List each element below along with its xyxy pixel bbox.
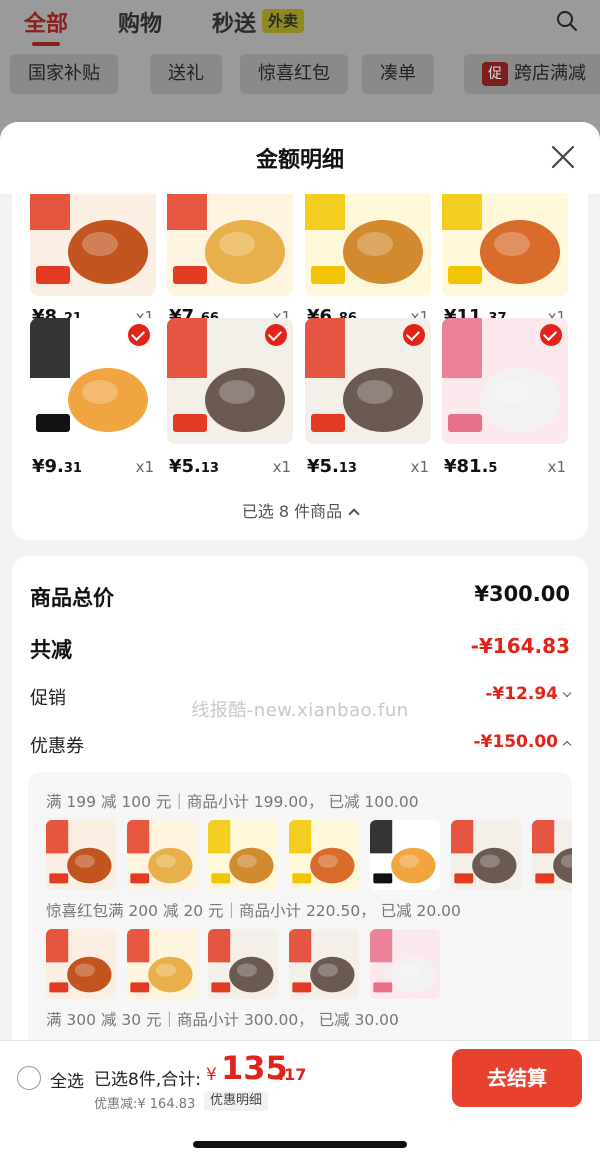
coupon-product-thumb: [127, 820, 197, 890]
coupon-product-thumb: [532, 820, 572, 890]
product-price-int: ¥81.: [444, 456, 489, 477]
chip-add-on[interactable]: 凑单: [362, 54, 434, 94]
coupon-product-thumb: [46, 820, 116, 890]
checked-icon[interactable]: [540, 324, 562, 346]
coupon-product-thumb: [127, 929, 197, 999]
product-price: ¥9.31: [32, 456, 82, 477]
chevron-up-icon: [562, 740, 572, 750]
amount-detail-sheet: 金额明细 ¥8.21x1¥7.66x1¥6.86x1¥11.37x1¥9.31x…: [0, 122, 600, 1160]
product-price-dec: 31: [63, 461, 82, 476]
tab-shopping[interactable]: 购物: [118, 6, 162, 38]
product-quantity: x1: [135, 458, 154, 476]
coupon-line-1: 满 199 减 100 元｜商品小计 199.00， 已减 100.00: [46, 793, 419, 811]
product-price: ¥5.13: [307, 456, 357, 477]
product-image: [30, 318, 156, 444]
product-price-dec: 13: [200, 461, 219, 476]
checkout-bar: 全选 已选8件,合计: ¥ 135 .17 优惠减:¥ 164.83 优惠明细 …: [0, 1040, 600, 1160]
products-card: ¥8.21x1¥7.66x1¥6.86x1¥11.37x1¥9.31x1¥5.1…: [12, 194, 588, 540]
product-price-int: ¥5.: [307, 456, 339, 477]
checked-icon[interactable]: [403, 324, 425, 346]
total-price-row: 商品总价 ¥300.00: [30, 582, 570, 612]
filter-chips: 国家补贴 送礼 惊喜红包 凑单 促跨店满减: [10, 54, 600, 94]
product-image: [305, 318, 431, 444]
coupon-product-thumb: [370, 820, 440, 890]
coupon-product-thumb: [289, 929, 359, 999]
chip-cross-store-label: 跨店满减: [514, 63, 586, 84]
coupon-value: -¥150.00: [473, 732, 559, 752]
total-reduce-row: 共减 -¥164.83: [30, 634, 570, 664]
checkout-button[interactable]: 去结算: [452, 1049, 582, 1107]
coupon-row[interactable]: 优惠券 -¥150.00: [30, 732, 572, 762]
checked-icon[interactable]: [128, 324, 150, 346]
discount-summary: 优惠减:¥ 164.83: [94, 1097, 196, 1112]
close-icon[interactable]: [550, 144, 576, 170]
product-image: [442, 318, 568, 444]
product-image: [305, 194, 431, 296]
selected-count-toggle[interactable]: 已选 8 件商品: [12, 498, 588, 522]
product-price-dec: 13: [338, 461, 357, 476]
sheet-header: 金额明细: [0, 122, 600, 194]
product-quantity: x1: [547, 458, 566, 476]
chip-national-subsidy[interactable]: 国家补贴: [10, 54, 118, 94]
top-tabs: 全部 购物 秒送 外卖: [0, 0, 600, 46]
product-price: ¥5.13: [169, 456, 219, 477]
discount-detail-link[interactable]: 优惠明细: [204, 1091, 269, 1111]
product-quantity: x1: [272, 458, 291, 476]
tab-all[interactable]: 全部: [24, 6, 68, 46]
coupon-product-thumb: [208, 820, 278, 890]
watermark: 线报酷-new.xianbao.fun: [191, 700, 409, 721]
total-price-value: ¥300.00: [474, 582, 570, 606]
coupon-label: 优惠券: [30, 736, 84, 757]
sheet-title: 金额明细: [255, 148, 344, 173]
takeout-badge: 外卖: [262, 9, 305, 33]
total-reduce-value: -¥164.83: [470, 634, 570, 658]
coupon-product-thumb: [451, 820, 521, 890]
select-all-label[interactable]: 全选: [50, 1067, 84, 1092]
coupon-detail-box: 满 199 减 100 元｜商品小计 199.00， 已减 100.00 惊喜红…: [28, 772, 572, 1076]
tab-instant[interactable]: 秒送: [212, 6, 256, 38]
coupon-product-thumb: [289, 820, 359, 890]
coupon-line-2: 惊喜红包满 200 减 20 元｜商品小计 220.50， 已减 20.00: [46, 902, 461, 920]
product-price-int: ¥5.: [169, 456, 201, 477]
product-quantity: x1: [410, 458, 429, 476]
chevron-up-icon: [348, 508, 360, 520]
product-image: [30, 194, 156, 296]
chip-gift[interactable]: 送礼: [150, 54, 222, 94]
coupon-product-thumb: [370, 929, 440, 999]
price-summary-card: 商品总价 ¥300.00 共减 -¥164.83 促销 -¥12.94 线报酷-…: [12, 556, 588, 1076]
total-reduce-label: 共减: [30, 638, 72, 662]
total-price-label: 商品总价: [30, 586, 114, 610]
coupon-product-thumb: [208, 929, 278, 999]
chip-cross-store[interactable]: 促跨店满减: [464, 54, 600, 94]
product-price: ¥81.5: [444, 456, 497, 477]
coupon-line-3: 满 300 减 30 元｜商品小计 300.00， 已减 30.00: [46, 1011, 399, 1029]
product-image: [167, 318, 293, 444]
coupon-value-wrap: -¥150.00: [473, 732, 572, 752]
total-currency: ¥: [206, 1065, 217, 1085]
checked-icon[interactable]: [265, 324, 287, 346]
product-image: [442, 194, 568, 296]
selected-info: 已选8件,合计:: [94, 1070, 201, 1090]
promo-tag: 促: [482, 62, 508, 86]
search-icon[interactable]: [556, 10, 578, 32]
product-price-dec: 5: [488, 461, 498, 476]
product-price-int: ¥9.: [32, 456, 64, 477]
selected-count-label: 已选 8 件商品: [241, 502, 343, 521]
home-indicator: [193, 1141, 407, 1148]
coupon-product-thumb: [46, 929, 116, 999]
product-image: [167, 194, 293, 296]
chip-red-packet[interactable]: 惊喜红包: [240, 54, 348, 94]
total-amount-decimal: .17: [278, 1065, 307, 1084]
background-app: 全部 购物 秒送 外卖 国家补贴 送礼 惊喜红包 凑单 促跨店满减: [0, 0, 600, 140]
select-all-radio[interactable]: [17, 1066, 41, 1090]
